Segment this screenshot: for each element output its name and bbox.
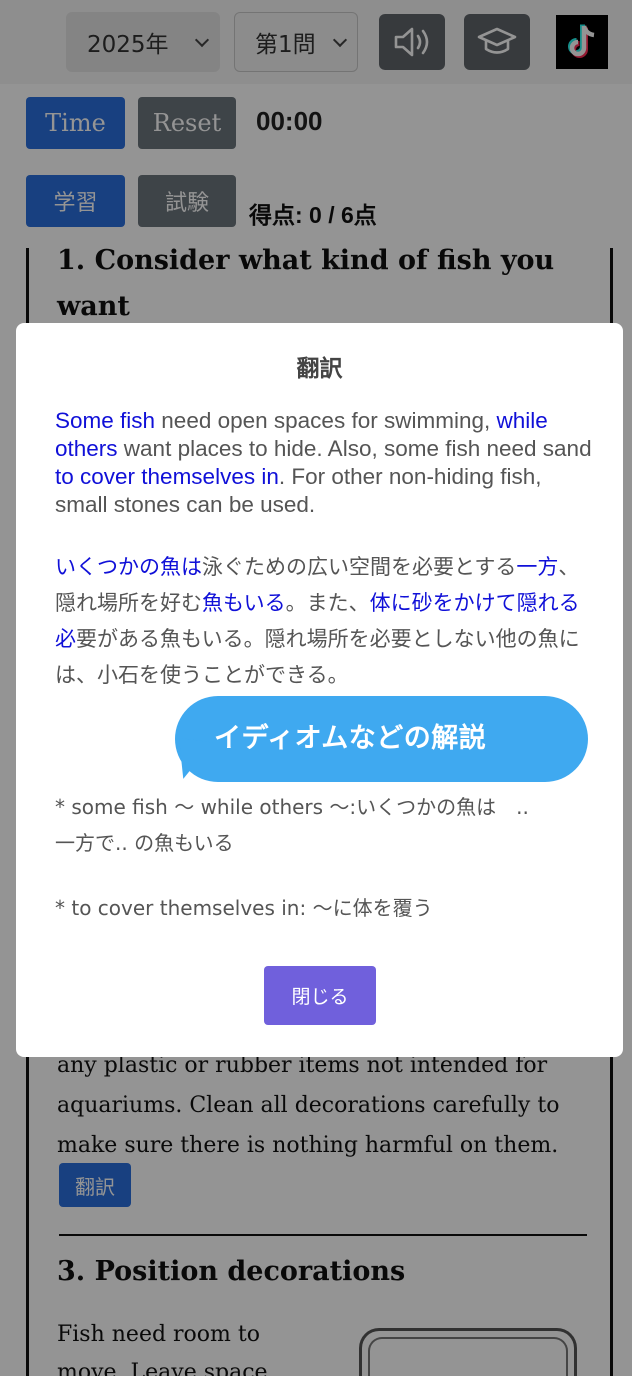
callout-text: イディオムなどの解説 <box>214 723 487 754</box>
english-text-part: need open spaces for swimming, <box>155 408 497 433</box>
highlight-phrase: 魚もいる <box>202 591 286 615</box>
translation-modal: 翻訳 Some fish need open spaces for swimmi… <box>16 323 623 1057</box>
japanese-text: いくつかの魚は泳ぐための広い空間を必要とする一方、隠れ場所を好む魚もいる。また、… <box>55 549 595 693</box>
english-text-part: want places to hide. Also, some fish nee… <box>117 436 592 461</box>
english-text: Some fish need open spaces for swimming,… <box>55 407 595 519</box>
highlight-phrase: Some fish <box>55 408 156 433</box>
japanese-text-part: 。また、 <box>285 591 370 615</box>
highlight-phrase: 一方 <box>516 555 559 579</box>
idiom-note-1: * some fish 〜 while others 〜:いくつかの魚は .. … <box>55 795 529 855</box>
japanese-text-part: 要がある魚もいる。隠れ場所を必要としない他の魚には、小石を使うことができる。 <box>55 627 580 687</box>
japanese-text-part: 泳ぐための広い空間を必要とする <box>202 555 517 579</box>
idiom-note-2: * to cover themselves in: 〜に体を覆う <box>55 896 433 920</box>
highlight-phrase: to cover themselves in <box>55 464 279 489</box>
modal-title: 翻訳 <box>296 356 343 382</box>
close-button[interactable]: 閉じる <box>264 966 376 1025</box>
highlight-phrase: いくつかの魚は <box>55 555 202 579</box>
callout-tail <box>173 737 213 783</box>
